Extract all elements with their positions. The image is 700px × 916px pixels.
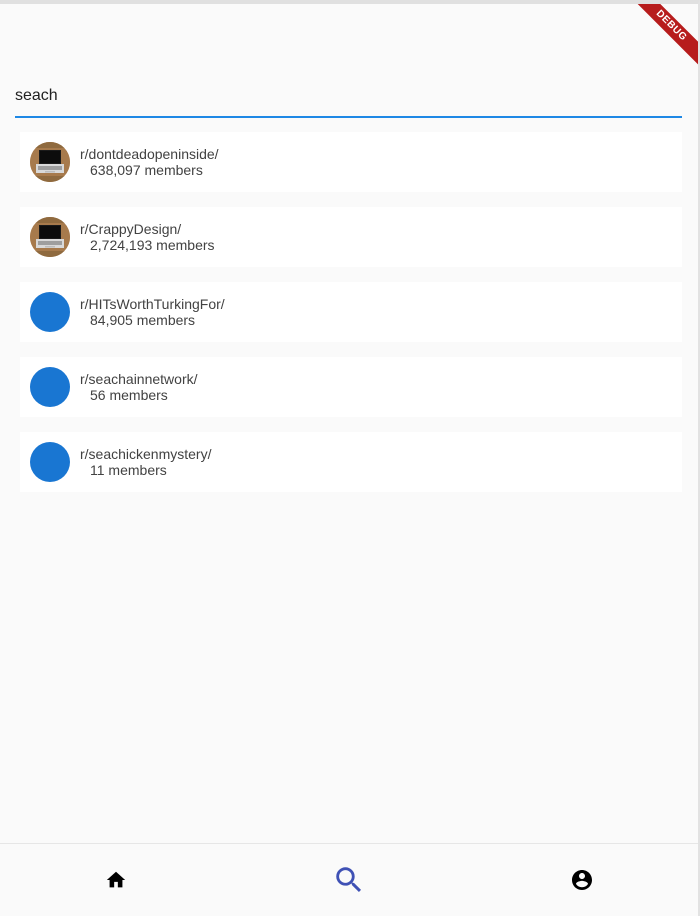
subreddit-result-item[interactable]: r/CrappyDesign/ 2,724,193 members [20,207,682,267]
search-field[interactable] [15,80,682,118]
debug-banner: DEBUG [618,4,698,84]
result-text: r/HITsWorthTurkingFor/ 84,905 members [80,296,225,328]
member-count: 84,905 members [90,312,196,328]
app-window: DEBUG r/dontdeadopeninside/ 638, [0,0,700,916]
nav-account-button[interactable] [465,844,698,916]
search-input[interactable] [15,80,682,112]
subreddit-name: r/HITsWorthTurkingFor/ [80,296,225,312]
subreddit-name: r/dontdeadopeninside/ [80,146,219,162]
laptop-photo-icon [30,142,70,182]
nav-home-button[interactable] [0,844,233,916]
debug-banner-label: DEBUG [626,4,698,71]
laptop-photo-icon [30,217,70,257]
subreddit-avatar [30,217,70,257]
subreddit-result-item[interactable]: r/dontdeadopeninside/ 638,097 members [20,132,682,192]
result-text: r/seachainnetwork/ 56 members [80,371,198,403]
subreddit-result-item[interactable]: r/seachainnetwork/ 56 members [20,357,682,417]
result-text: r/dontdeadopeninside/ 638,097 members [80,146,219,178]
search-icon [336,867,362,893]
member-count: 638,097 members [90,162,203,178]
account-circle-icon [571,870,592,890]
subreddit-result-item[interactable]: r/seachickenmystery/ 11 members [20,432,682,492]
bottom-navigation-bar [0,843,698,916]
subreddit-name: r/seachickenmystery/ [80,446,212,462]
member-count: 11 members [90,462,167,478]
subreddit-result-item[interactable]: r/HITsWorthTurkingFor/ 84,905 members [20,282,682,342]
subreddit-avatar [30,442,70,482]
subreddit-avatar [30,292,70,332]
subreddit-name: r/CrappyDesign/ [80,221,182,237]
member-count: 2,724,193 members [90,237,215,253]
subreddit-name: r/seachainnetwork/ [80,371,198,387]
results-list: r/dontdeadopeninside/ 638,097 members r/… [20,132,682,507]
subreddit-avatar [30,142,70,182]
result-text: r/seachickenmystery/ 11 members [80,446,211,478]
member-count: 56 members [90,387,168,403]
home-icon [107,871,126,888]
nav-search-button[interactable] [233,844,466,916]
subreddit-avatar [30,367,70,407]
result-text: r/CrappyDesign/ 2,724,193 members [80,221,215,253]
